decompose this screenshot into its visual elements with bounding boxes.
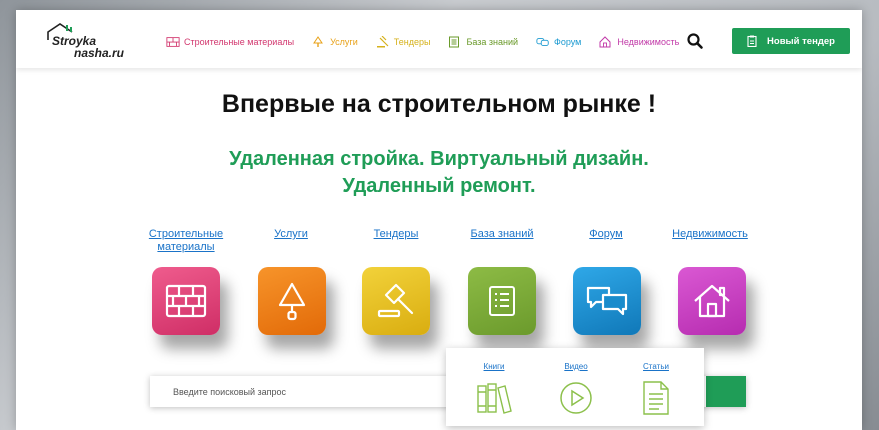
category-label: Недвижимость — [672, 228, 748, 240]
main-nav: Строительные материалы Услуги Тендеры Ба… — [166, 34, 697, 50]
category-link-forum[interactable]: Форум — [571, 228, 641, 241]
dropdown-item-label: Статьи — [643, 362, 669, 371]
dropdown-item-video[interactable]: Видео — [546, 362, 606, 416]
category-link-materials[interactable]: Строительные материалы — [138, 228, 234, 254]
category-tile-services[interactable] — [258, 267, 326, 335]
site-logo[interactable]: Stroyka nasha.ru — [46, 22, 136, 62]
nav-item-tenders[interactable]: Тендеры — [376, 36, 431, 48]
document-icon — [643, 381, 669, 415]
nav-item-forum[interactable]: Форум — [536, 36, 581, 48]
nav-label: Строительные материалы — [184, 37, 295, 47]
checklist-icon — [489, 286, 515, 316]
dropdown-item-articles[interactable]: Статьи — [626, 362, 686, 416]
new-tender-label: Новый тендер — [767, 35, 835, 47]
category-tile-forum[interactable] — [573, 267, 641, 335]
nav-label: Тендеры — [393, 37, 431, 47]
hero-subtitle-line2: Удаленный ремонт. — [342, 175, 536, 197]
search-submit-button[interactable] — [706, 376, 746, 407]
house-icon — [599, 36, 613, 48]
category-label: Форум — [589, 228, 623, 240]
hero-title: Впервые на строительном рынке ! — [221, 90, 657, 118]
clipboard-icon — [747, 35, 757, 47]
dropdown-item-label: Книги — [483, 362, 505, 371]
search-icon[interactable] — [686, 32, 704, 50]
page: Stroyka nasha.ru Строительные материалы … — [16, 10, 862, 430]
nav-item-knowledge[interactable]: База знаний — [448, 36, 518, 48]
knowledge-dropdown: Книги Видео Статьи — [446, 348, 704, 426]
nav-label: Услуги — [330, 37, 358, 47]
dropdown-item-label: Видео — [564, 362, 588, 371]
hero-subtitle-line1: Удаленная стройка. Виртуальный дизайн. — [229, 148, 649, 170]
nav-label: Форум — [554, 37, 582, 47]
chat-icon — [536, 36, 550, 48]
category-link-services[interactable]: Услуги — [256, 228, 326, 241]
category-label: Услуги — [274, 228, 308, 240]
category-label: материалы — [157, 241, 215, 253]
category-label: База знаний — [470, 228, 534, 240]
nav-item-services[interactable]: Услуги — [312, 36, 358, 48]
brick-icon — [166, 36, 180, 48]
new-tender-button[interactable]: Новый тендер — [732, 28, 850, 54]
category-tile-realty[interactable] — [678, 267, 746, 335]
logo-text-line2: nasha.ru — [74, 46, 125, 60]
top-header: Stroyka nasha.ru Строительные материалы … — [16, 10, 862, 68]
books-icon — [477, 383, 512, 414]
brick-icon — [165, 284, 207, 318]
gavel-icon — [376, 36, 390, 48]
search-input[interactable] — [150, 376, 450, 407]
dropdown-item-books[interactable]: Книги — [464, 362, 524, 414]
category-link-tenders[interactable]: Тендеры — [361, 228, 431, 241]
play-icon — [560, 382, 592, 414]
house-icon — [694, 284, 730, 318]
category-tile-tenders[interactable] — [362, 267, 430, 335]
category-tile-materials[interactable] — [152, 267, 220, 335]
nav-item-realty[interactable]: Недвижимость — [599, 36, 679, 48]
trowel-icon — [278, 282, 306, 321]
category-tile-knowledge[interactable] — [468, 267, 536, 335]
book-icon — [448, 36, 462, 48]
gavel-icon — [377, 283, 414, 318]
nav-label: База знаний — [466, 37, 519, 47]
nav-item-materials[interactable]: Строительные материалы — [166, 36, 294, 48]
category-label: Строительные — [148, 228, 224, 240]
hero-subtitle: Удаленная стройка. Виртуальный дизайн. У… — [16, 146, 862, 200]
category-link-knowledge[interactable]: База знаний — [462, 228, 542, 241]
category-label: Тендеры — [373, 228, 419, 240]
trowel-icon — [312, 36, 326, 48]
chat-icon — [586, 286, 628, 316]
nav-label: Недвижимость — [617, 37, 680, 47]
category-link-realty[interactable]: Недвижимость — [664, 228, 756, 241]
